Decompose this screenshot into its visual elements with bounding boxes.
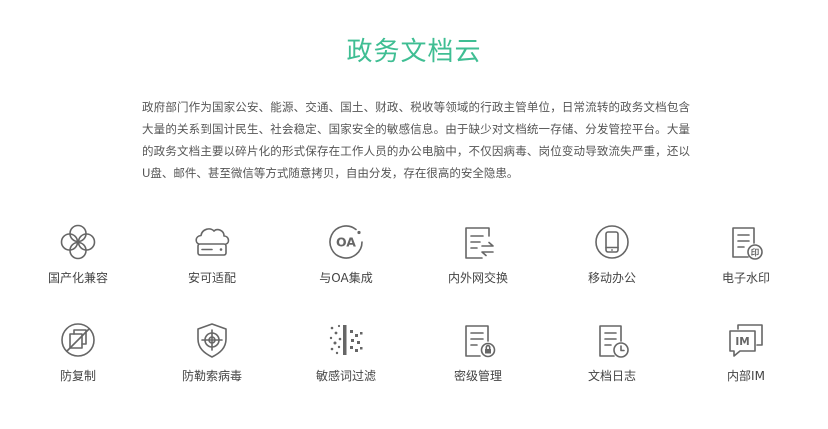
feature-classification-management: 密级管理: [412, 320, 544, 384]
feature-oa-integration: OA 与OA集成: [280, 222, 412, 286]
feature-label: 防勒索病毒: [181, 369, 242, 383]
feature-domestic-compatibility: 国产化兼容: [12, 222, 144, 286]
feature-label: 内部IM: [727, 369, 765, 383]
feature-label: 国产化兼容: [47, 271, 108, 285]
document-lock-icon: [465, 325, 496, 358]
shield-target-icon: [197, 323, 227, 358]
filter-particles-icon: [329, 324, 363, 355]
feature-label: 电子水印: [721, 271, 770, 285]
clover-icon: [60, 224, 96, 260]
feature-label: 内外网交换: [447, 271, 508, 285]
cloud-server-icon: [195, 228, 230, 256]
feature-electronic-watermark: 印 电子水印: [680, 222, 812, 286]
section-title: 政务文档云: [346, 37, 482, 67]
page: 政务文档云 政府部门作为国家公安、能源、交通、国土、财政、税收等领域的行政主管单…: [0, 0, 828, 429]
im-icon-text: IM: [735, 336, 749, 348]
feature-label: 与OA集成: [319, 271, 373, 285]
no-copy-icon: [61, 323, 95, 357]
feature-internal-im: IM 内部IM: [680, 320, 812, 384]
feature-sensitive-word-filter: 敏感词过滤: [280, 320, 412, 384]
document-exchange-icon: [465, 227, 494, 259]
document-clock-icon: [599, 325, 629, 358]
section-description: 政府部门作为国家公安、能源、交通、国土、财政、税收等领域的行政主管单位，日常流转…: [142, 100, 690, 180]
feature-label: 防复制: [59, 369, 96, 383]
oa-icon: OA: [329, 225, 363, 259]
feature-mobile-office: 移动办公: [546, 222, 678, 286]
mobile-phone-icon: [595, 225, 629, 259]
oa-icon-text: OA: [336, 235, 356, 250]
feature-document-log: 文档日志: [546, 320, 678, 384]
feature-network-exchange: 内外网交换: [412, 222, 544, 286]
chat-im-icon: IM: [729, 324, 763, 357]
feature-copy-protection: 防复制: [12, 320, 144, 384]
feature-anke-adaptation: 安可适配: [146, 222, 278, 286]
feature-ransomware-protection: 防勒索病毒: [146, 320, 278, 384]
document-stamp-icon: 印: [732, 227, 763, 260]
stamp-icon-text: 印: [751, 247, 760, 258]
feature-label: 安可适配: [187, 271, 236, 285]
feature-label: 移动办公: [587, 271, 636, 285]
feature-label: 文档日志: [587, 369, 636, 383]
feature-label: 密级管理: [453, 369, 502, 383]
feature-label: 敏感词过滤: [315, 369, 376, 383]
